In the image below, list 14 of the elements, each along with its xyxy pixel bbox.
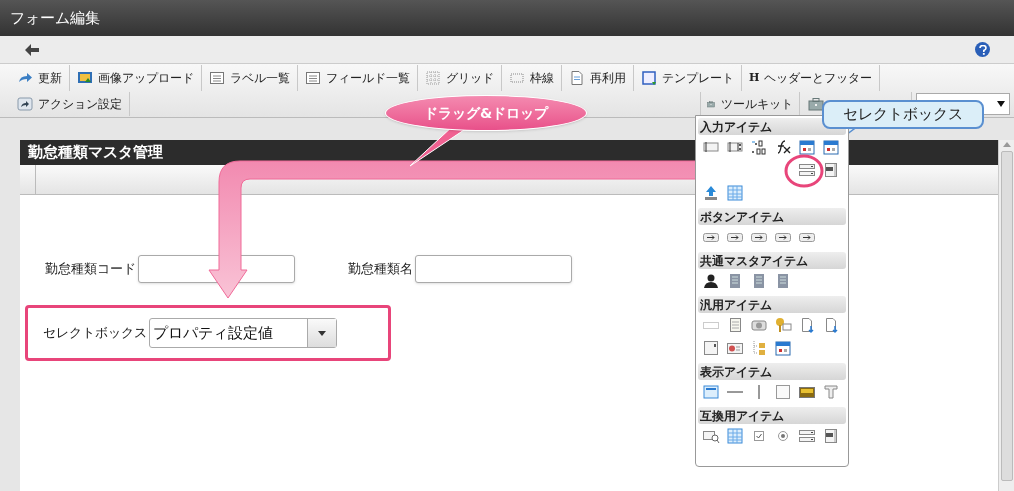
callout-text: ドラッグ&ドロップ	[423, 103, 549, 123]
section-title: 汎用アイテム	[700, 296, 772, 314]
header-glyph-icon: H	[749, 70, 760, 87]
section-title: 表示アイテム	[700, 363, 772, 381]
section-title: 入力アイテム	[700, 118, 772, 136]
section-title: 共通マスタアイテム	[700, 252, 808, 270]
field-label: 勤怠種類コード	[45, 260, 136, 279]
field-label: 勤怠種類名	[348, 260, 413, 279]
section-title: ボタンアイテム	[700, 208, 784, 226]
field-label: セレクトボックス	[43, 324, 147, 343]
window-title: フォーム編集	[10, 7, 100, 29]
callout-text: セレクトボックス	[843, 104, 963, 126]
form-title: 勤怠種類マスタ管理	[28, 142, 163, 164]
section-title: 互換用アイテム	[700, 407, 784, 425]
